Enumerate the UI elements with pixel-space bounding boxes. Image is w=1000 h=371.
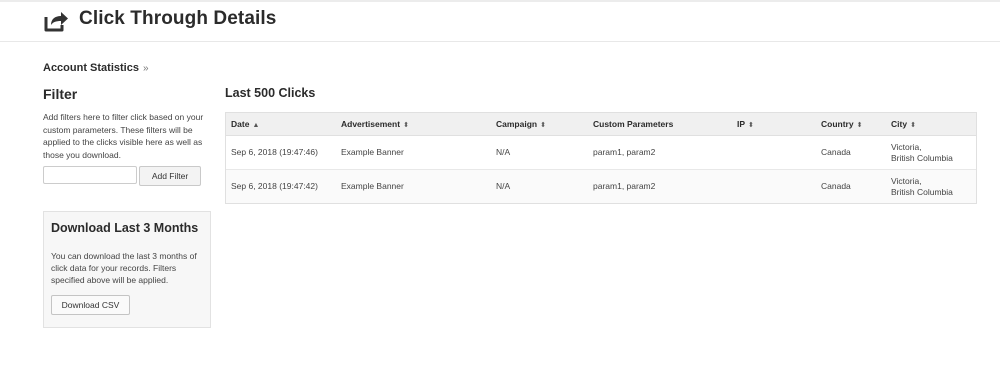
column-header-city[interactable]: City ⬍ xyxy=(891,113,916,135)
column-header-custom-parameters: Custom Parameters xyxy=(593,119,674,129)
sort-icon: ⬍ xyxy=(910,122,916,129)
clicks-table: Date ▲ Advertisement ⬍ Campaign ⬍ Custom Pa… xyxy=(225,112,977,204)
download-heading: Download Last 3 Months xyxy=(51,221,199,235)
cell-date: Sep 6, 2018 (19:47:42) xyxy=(231,181,318,191)
sort-icon: ⬍ xyxy=(856,122,863,129)
page-header: Click Through Details xyxy=(0,2,1000,42)
add-filter-button[interactable]: Add Filter xyxy=(139,166,201,186)
breadcrumb[interactable]: Account Statistics» xyxy=(43,62,149,74)
cell-country: Canada xyxy=(821,181,851,191)
column-header-ip[interactable]: IP ⬍ xyxy=(737,113,754,135)
cell-date: Sep 6, 2018 (19:47:46) xyxy=(231,147,318,157)
download-description: You can download the last 3 months of cl… xyxy=(51,251,197,285)
cell-custom-parameters: param1, param2 xyxy=(593,147,656,157)
breadcrumb-account-statistics[interactable]: Account Statistics xyxy=(43,62,139,74)
sort-icon: ⬍ xyxy=(540,122,546,129)
breadcrumb-chevron-icon: » xyxy=(142,63,149,74)
city-line: Victoria, xyxy=(891,175,922,186)
sort-icon: ⬍ xyxy=(403,122,409,129)
column-header-country[interactable]: Country ⬍ xyxy=(821,113,862,135)
sort-icon: ⬍ xyxy=(748,122,754,129)
download-csv-button[interactable]: Download CSV xyxy=(51,295,130,315)
table-row: Sep 6, 2018 (19:47:46) Example Banner N/… xyxy=(226,136,976,170)
clicks-heading: Last 500 Clicks xyxy=(225,86,316,100)
column-header-date[interactable]: Date ▲ xyxy=(231,113,259,135)
sort-asc-icon: ▲ xyxy=(252,122,260,129)
cell-city: Victoria, British Columbia xyxy=(891,136,953,169)
filter-input[interactable] xyxy=(43,166,137,184)
region-line: British Columbia xyxy=(891,186,953,197)
share-arrow-icon xyxy=(44,10,70,32)
cell-country: Canada xyxy=(821,147,851,157)
table-row: Sep 6, 2018 (19:47:42) Example Banner N/… xyxy=(226,170,976,203)
cell-campaign: N/A xyxy=(496,181,511,191)
cell-custom-parameters: param1, param2 xyxy=(593,181,656,191)
table-header: Date ▲ Advertisement ⬍ Campaign ⬍ Custom Pa… xyxy=(226,113,976,136)
cell-advertisement: Example Banner xyxy=(341,147,404,157)
column-header-campaign[interactable]: Campaign ⬍ xyxy=(496,113,546,135)
cell-city: Victoria, British Columbia xyxy=(891,170,953,203)
cell-campaign: N/A xyxy=(496,147,511,157)
filter-heading: Filter xyxy=(43,86,78,102)
region-line: British Columbia xyxy=(891,152,953,163)
filter-description: Add filters here to filter click based o… xyxy=(43,112,204,160)
cell-advertisement: Example Banner xyxy=(341,181,404,191)
city-line: Victoria, xyxy=(891,141,922,152)
download-panel: Download Last 3 Months You can download … xyxy=(43,211,211,328)
page-title: Click Through Details xyxy=(79,8,277,29)
column-header-advertisement[interactable]: Advertisement ⬍ xyxy=(341,113,409,135)
